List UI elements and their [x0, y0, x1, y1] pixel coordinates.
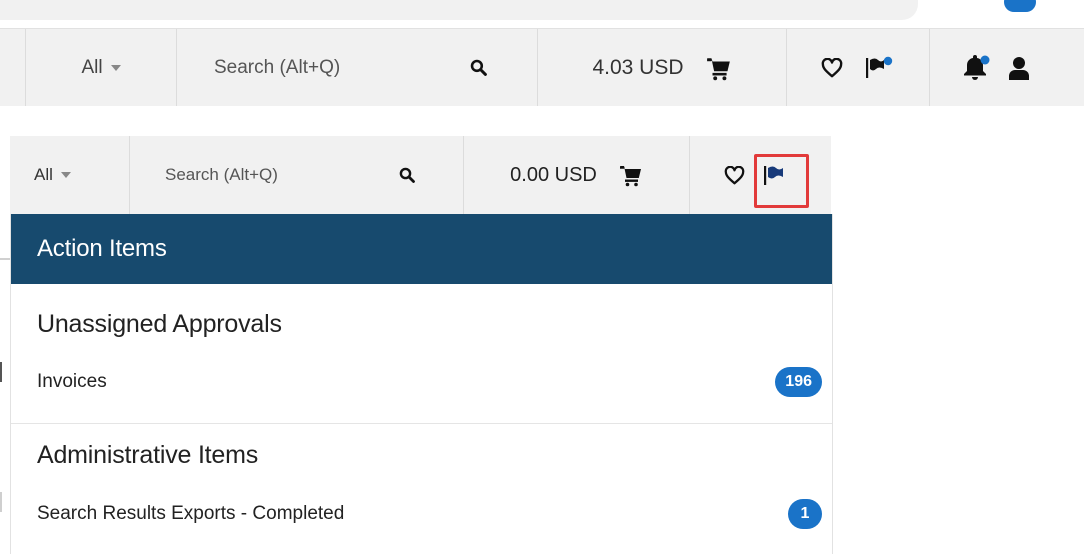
cart-button[interactable]: 0.00 USD — [464, 136, 690, 214]
count-badge: 196 — [775, 367, 822, 397]
heart-icon[interactable] — [821, 57, 843, 78]
top-search-field-edge — [0, 0, 918, 20]
user-area — [930, 29, 1084, 106]
header-edge-cell — [0, 29, 26, 106]
search-scope-dropdown[interactable]: All — [26, 29, 177, 106]
search-box[interactable]: Search (Alt+Q) — [130, 136, 464, 214]
action-item-label: Invoices — [37, 371, 107, 392]
search-icon[interactable] — [470, 59, 487, 76]
panel-title: Action Items — [11, 214, 832, 284]
action-item-label: Search Results Exports - Completed — [37, 503, 345, 524]
search-icon[interactable] — [399, 167, 415, 183]
search-input[interactable]: Search (Alt+Q) — [214, 57, 340, 79]
search-scope-label: All — [81, 56, 103, 78]
user-icon[interactable] — [1008, 56, 1030, 80]
search-scope-label: All — [34, 165, 53, 184]
count-badge: 1 — [788, 499, 822, 529]
search-input[interactable]: Search (Alt+Q) — [165, 165, 278, 185]
underlying-divider — [0, 258, 10, 260]
cart-total: 4.03 USD — [592, 55, 684, 79]
divider — [11, 423, 832, 424]
bell-icon[interactable] — [962, 54, 992, 82]
cart-total: 0.00 USD — [510, 163, 597, 186]
cart-icon — [706, 55, 732, 81]
header-bar-expanded: All Search (Alt+Q) 0.00 USD — [10, 136, 831, 214]
action-items-panel: Action Items Unassigned Approvals Invoic… — [10, 214, 833, 554]
favorites-and-actions — [787, 29, 930, 106]
cart-icon — [619, 163, 643, 187]
top-notification-badge — [1004, 0, 1036, 12]
search-scope-dropdown[interactable]: All — [10, 136, 130, 214]
action-item-invoices[interactable]: Invoices 196 — [37, 367, 822, 397]
underlying-marker — [0, 492, 2, 512]
cart-button[interactable]: 4.03 USD — [538, 29, 787, 106]
caret-down-icon — [60, 172, 71, 178]
search-box[interactable]: Search (Alt+Q) — [177, 29, 538, 106]
section-title-unassigned-approvals: Unassigned Approvals — [37, 310, 282, 338]
underlying-marker — [0, 362, 2, 382]
caret-down-icon — [110, 64, 121, 71]
heart-icon[interactable] — [724, 165, 745, 185]
action-item-search-results-exports[interactable]: Search Results Exports - Completed 1 — [37, 499, 822, 529]
flag-icon[interactable] — [865, 56, 895, 80]
header-bar: All Search (Alt+Q) 4.03 USD — [0, 28, 1084, 106]
section-title-administrative-items: Administrative Items — [37, 441, 259, 469]
flag-icon-highlight — [754, 154, 809, 208]
